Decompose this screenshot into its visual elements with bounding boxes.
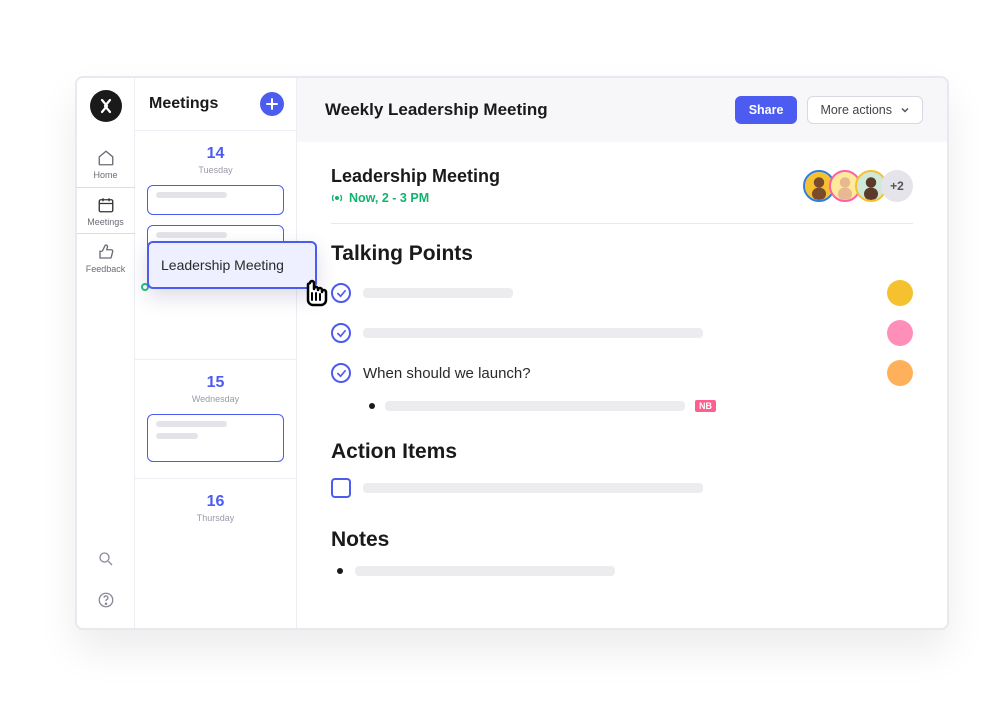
meeting-event-selected[interactable]: Leadership Meeting (147, 241, 317, 289)
day-block: 16 Thursday (135, 479, 296, 539)
app-window: Home Meetings Feedback Meetings (75, 76, 949, 630)
action-item[interactable] (331, 478, 913, 498)
rail-item-home[interactable]: Home (77, 140, 135, 187)
bullet-icon (369, 403, 375, 409)
placeholder-line (363, 328, 703, 338)
day-number: 14 (147, 145, 284, 163)
rail-item-label: Home (93, 170, 117, 180)
rail-item-meetings[interactable]: Meetings (77, 187, 135, 234)
avatar[interactable] (887, 320, 913, 346)
checkbox[interactable] (331, 478, 351, 498)
attendees-more[interactable]: +2 (881, 170, 913, 202)
calendar-icon (97, 196, 115, 214)
day-name: Thursday (147, 513, 284, 523)
avatar[interactable] (887, 280, 913, 306)
day-number: 15 (147, 374, 284, 392)
add-meeting-button[interactable] (260, 92, 284, 116)
avatar[interactable] (887, 360, 913, 386)
divider (331, 223, 913, 224)
app-logo[interactable] (90, 90, 122, 122)
placeholder-line (363, 483, 703, 493)
help-icon[interactable] (97, 591, 115, 614)
thumbs-up-icon (97, 243, 115, 261)
plus-icon (266, 98, 278, 110)
placeholder-line (385, 401, 685, 411)
placeholder-line (156, 433, 198, 439)
talking-point-text: When should we launch? (363, 365, 531, 382)
section-heading-action-items: Action Items (331, 440, 913, 464)
check-circle-icon[interactable] (331, 363, 351, 383)
check-circle-icon[interactable] (331, 323, 351, 343)
page-title: Weekly Leadership Meeting (325, 100, 548, 120)
rail-item-label: Meetings (87, 217, 124, 227)
rail-item-label: Feedback (86, 264, 126, 274)
placeholder-line (156, 421, 227, 427)
more-actions-label: More actions (820, 103, 892, 117)
talking-point-item[interactable] (331, 280, 913, 306)
main-pane: Weekly Leadership Meeting Share More act… (297, 78, 947, 628)
day-number: 16 (147, 493, 284, 511)
talking-point-subitem[interactable]: NB (369, 400, 913, 412)
attendees[interactable]: +2 (809, 170, 913, 202)
meeting-event[interactable] (147, 185, 284, 215)
bullet-icon (337, 568, 343, 574)
sidebar-title: Meetings (149, 95, 218, 113)
meeting-time-status: Now, 2 - 3 PM (331, 191, 500, 205)
talking-point-item[interactable]: When should we launch? (331, 360, 913, 386)
more-actions-button[interactable]: More actions (807, 96, 923, 124)
icon-rail: Home Meetings Feedback (77, 78, 135, 628)
day-block: 15 Wednesday (135, 360, 296, 479)
talking-point-item[interactable] (331, 320, 913, 346)
placeholder-line (156, 232, 227, 238)
day-name: Tuesday (147, 165, 284, 175)
placeholder-line (355, 566, 615, 576)
cursor-pointer-icon (296, 278, 334, 325)
meeting-time-text: Now, 2 - 3 PM (349, 191, 429, 205)
section-heading-notes: Notes (331, 528, 913, 552)
section-heading-talking-points: Talking Points (331, 242, 913, 266)
live-icon (331, 192, 343, 204)
note-item[interactable] (337, 566, 913, 576)
meeting-event[interactable] (147, 414, 284, 462)
search-icon[interactable] (97, 550, 115, 573)
meeting-event-label: Leadership Meeting (161, 257, 284, 273)
sidebar-header: Meetings (135, 78, 296, 131)
rail-item-feedback[interactable]: Feedback (77, 234, 135, 281)
day-name: Wednesday (147, 394, 284, 404)
meeting-card: Leadership Meeting Now, 2 - 3 PM +2 Talk… (297, 142, 947, 628)
home-icon (97, 149, 115, 167)
sidebar: Meetings 14 Tuesday 15 Wednesday (135, 78, 297, 628)
meeting-title: Leadership Meeting (331, 166, 500, 187)
placeholder-line (156, 192, 227, 198)
chevron-down-icon (900, 105, 910, 115)
placeholder-line (363, 288, 513, 298)
share-button[interactable]: Share (735, 96, 798, 124)
topbar: Weekly Leadership Meeting Share More act… (297, 78, 947, 142)
check-circle-icon[interactable] (331, 283, 351, 303)
initials-badge: NB (695, 400, 716, 412)
